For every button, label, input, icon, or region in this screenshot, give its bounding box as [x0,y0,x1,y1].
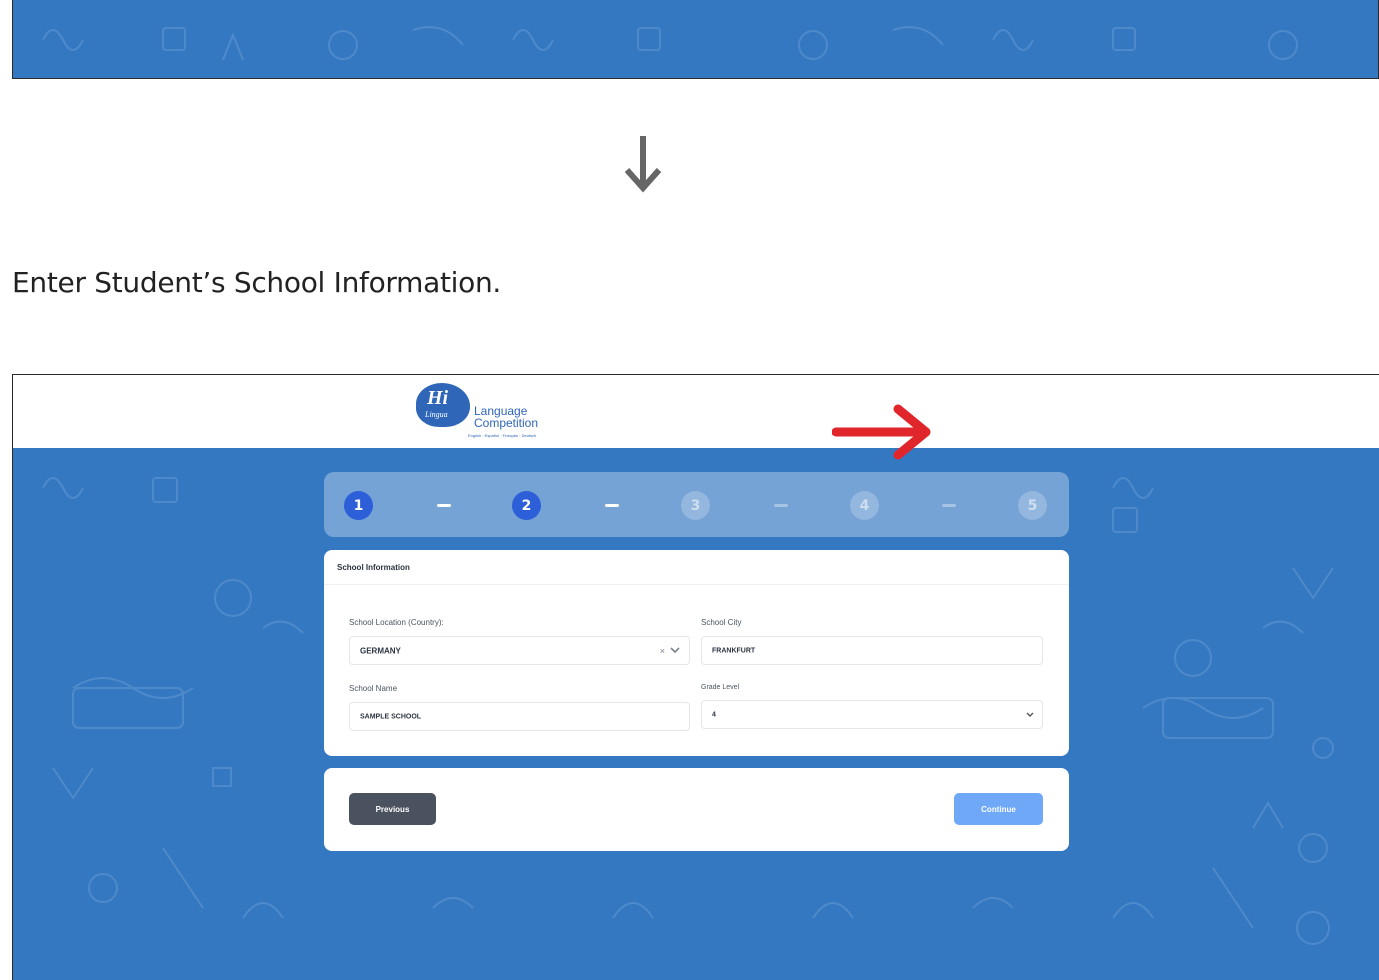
step-separator [605,504,619,507]
country-select[interactable]: GERMANY × [349,636,690,665]
red-arrow-icon [832,404,931,460]
city-label: School City [701,618,742,627]
previous-screenshot-strip [12,0,1379,79]
grade-value: 4 [712,711,716,718]
school-info-card: School Information School Location (Coun… [324,550,1069,756]
progress-stepper: 1 2 3 4 5 [324,472,1069,537]
school-name-input[interactable]: SAMPLE SCHOOL [349,702,690,731]
site-header: Hi Lingua Language Competition English ·… [13,375,1379,448]
clear-icon[interactable]: × [660,646,665,656]
school-name-label: School Name [349,684,398,693]
grade-label: Grade Level [701,684,740,691]
step-5: 5 [1018,491,1047,520]
step-3: 3 [681,491,710,520]
city-value: FRANKFURT [712,647,756,654]
logo-hi-text: Hi [427,387,449,409]
page-body: 1 2 3 4 5 School Information School Loca… [13,448,1379,980]
country-value: GERMANY [360,646,401,655]
logo-lingua-text: Lingua [425,410,448,419]
school-name-value: SAMPLE SCHOOL [360,713,422,720]
step-separator [942,504,956,507]
logo-subline: English · Español · Français · Deutsch [468,433,537,438]
hi-lingua-logo[interactable]: Hi Lingua Language Competition English ·… [416,383,546,441]
logo-line2: Competition [474,416,539,430]
step-1: 1 [344,491,373,520]
registration-screenshot: Hi Lingua Language Competition English ·… [12,374,1379,980]
country-label: School Location (Country): [349,618,444,627]
step-separator [774,504,788,507]
chevron-down-icon[interactable] [670,647,680,654]
chevron-down-icon [1026,712,1034,717]
previous-button[interactable]: Previous [349,793,436,825]
card-title: School Information [337,563,410,572]
city-input[interactable]: FRANKFURT [701,636,1043,665]
down-arrow-icon [624,136,662,193]
step-separator [437,504,451,507]
card-divider [324,584,1069,585]
instruction-text: Enter Student’s School Information. [12,266,502,299]
select-controls: × [660,646,680,656]
grade-select[interactable]: 4 [701,700,1043,729]
continue-button[interactable]: Continue [954,793,1043,825]
step-4: 4 [850,491,879,520]
doodle-pattern [42,26,1298,61]
navigation-card: Previous Continue [324,768,1069,851]
step-2: 2 [512,491,541,520]
